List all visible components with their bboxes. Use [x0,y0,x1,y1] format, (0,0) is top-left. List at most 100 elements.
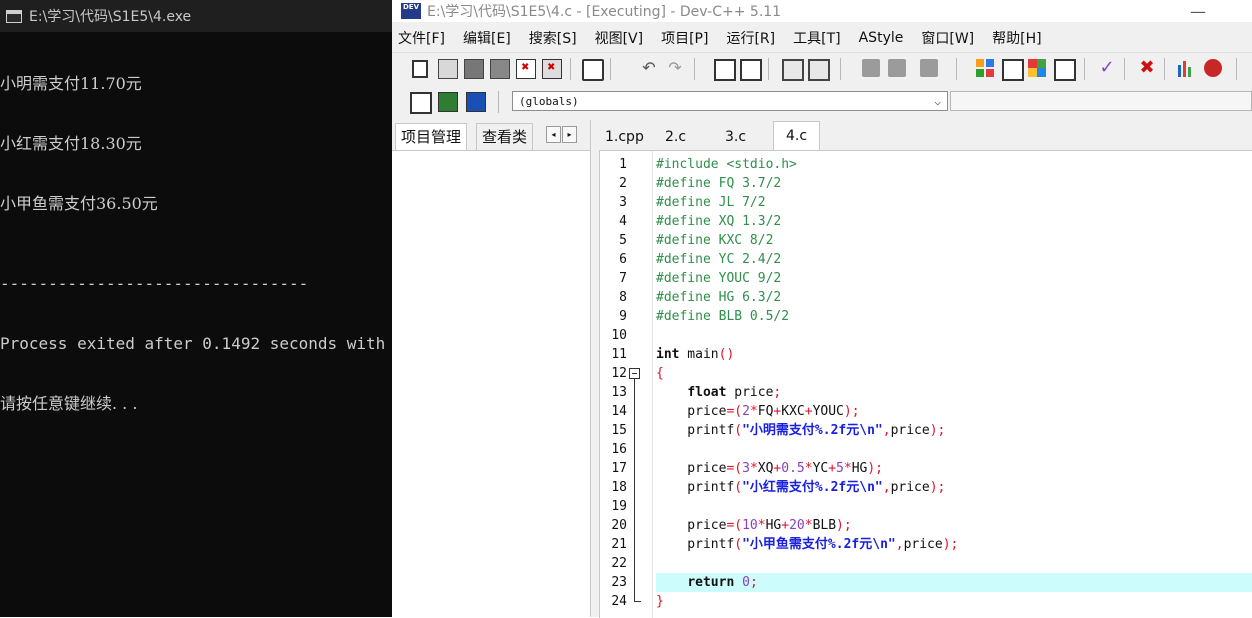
code-line[interactable]: { [656,364,1252,383]
code-line[interactable]: } [656,592,1252,611]
code-token: #define YC 2.4/2 [656,252,782,267]
menu-search[interactable]: 搜索[S] [520,28,586,48]
code-line[interactable]: float price; [656,383,1252,402]
save-all-icon[interactable] [490,59,510,79]
code-line[interactable]: #define JL 7/2 [656,193,1252,212]
code-token: * [804,461,813,476]
tab-file-4c[interactable]: 4.c [773,121,821,151]
add-to-project-icon[interactable] [438,92,458,112]
ide-title-bar[interactable]: DEV E:\学习\代码\S1E5\4.c - [Executing] - De… [390,0,1252,22]
code-editor[interactable]: 1 2 3 4 5 6 7 8 9 10 11 12 13 14 15 16 17 18 19 20 21 22 23 24 … [599,150,1252,618]
code-line[interactable]: #include <stdio.h> [656,155,1252,174]
debug-icon[interactable] [1204,59,1222,77]
code-token: 20 [789,518,805,533]
new-project-icon[interactable] [410,92,432,114]
undo-icon[interactable]: ↶ [640,59,658,77]
new-file-icon[interactable] [412,60,428,78]
code-token: 0.5 [781,461,805,476]
minimize-button[interactable]: — [1190,2,1206,21]
tab-class-browser[interactable]: 查看类 [476,123,534,150]
print-icon[interactable] [582,59,604,81]
code-line[interactable]: printf("小明需支付%.2f元\n",price); [656,421,1252,440]
redo-icon[interactable]: ↷ [666,59,684,77]
code-token: price [656,518,727,533]
devcpp-app-icon: DEV [401,3,421,19]
remove-from-project-icon[interactable] [466,92,486,112]
tab-file-2c[interactable]: 2.c [659,124,692,150]
code-token: 0 [742,575,750,590]
fold-collapse-icon[interactable] [629,368,640,379]
replace-icon[interactable] [740,59,762,81]
close-all-icon[interactable] [542,59,562,79]
syntax-check-icon[interactable]: ✓ [1098,59,1116,77]
code-line[interactable]: #define YOUC 9/2 [656,269,1252,288]
chevron-down-icon[interactable]: ⌵ [934,92,941,112]
menu-window[interactable]: 窗口[W] [912,28,983,48]
indent-icon[interactable] [782,59,804,81]
menu-edit[interactable]: 编辑[E] [454,28,520,48]
open-file-icon[interactable] [438,59,458,79]
code-line[interactable]: int main() [656,345,1252,364]
tab-file-3c[interactable]: 3.c [719,124,752,150]
console-output: 小明需支付11.70元 小红需支付18.30元 小甲鱼需支付36.50元 ---… [0,32,392,454]
menu-run[interactable]: 运行[R] [717,28,784,48]
menu-help[interactable]: 帮助[H] [983,28,1050,48]
find-icon[interactable] [714,59,736,81]
code-line[interactable]: printf("小甲鱼需支付%.2f元\n",price); [656,535,1252,554]
code-line[interactable]: price=(10*HG+20*BLB); [656,516,1252,535]
toolbar-separator [498,91,499,113]
code-line[interactable]: printf("小红需支付%.2f元\n",price); [656,478,1252,497]
menu-astyle[interactable]: AStyle [850,30,913,46]
code-line[interactable]: #define HG 6.3/2 [656,288,1252,307]
goto-bookmark-icon[interactable] [888,59,906,77]
code-line[interactable] [656,554,1252,573]
code-line[interactable]: return 0; [656,573,1252,592]
toggle-bookmark-icon[interactable] [862,59,880,77]
code-line[interactable]: #define KXC 8/2 [656,231,1252,250]
run-icon[interactable] [1054,59,1076,81]
menu-tools[interactable]: 工具[T] [784,28,849,48]
code-line[interactable] [656,326,1252,345]
tab-project-manager[interactable]: 项目管理 [395,123,468,150]
code-token: YOUC [812,404,844,419]
tab-file-1cpp[interactable]: 1.cpp [599,124,650,150]
toolbar-separator [956,58,957,80]
globals-combo[interactable]: (globals) ⌵ [512,91,948,111]
code-token: ); [836,518,852,533]
unindent-icon[interactable] [808,59,830,81]
code-line[interactable]: #define BLB 0.5/2 [656,307,1252,326]
main-toolbar: ↶ ↷ ✓ ✖ [390,52,1252,85]
code-token: printf [656,480,735,495]
save-icon[interactable] [464,59,484,79]
line-number: 14 [611,404,627,419]
stop-execution-icon[interactable]: ✖ [1138,59,1156,77]
new-window-icon[interactable] [1002,59,1024,81]
menu-file[interactable]: 文件[F] [390,28,454,48]
code-token: int [656,347,680,362]
devcpp-window[interactable]: DEV E:\学习\代码\S1E5\4.c - [Executing] - De… [390,0,1252,618]
project-options-icon[interactable] [976,59,994,77]
line-number: 6 [619,252,627,267]
compile-icon[interactable] [1028,59,1046,77]
code-line[interactable]: price=(3*XQ+0.5*YC+5*HG); [656,459,1252,478]
menu-view[interactable]: 视图[V] [586,28,653,48]
tab-scroll-right-icon[interactable]: ▸ [562,126,577,143]
code-line[interactable] [656,497,1252,516]
code-token: 10 [742,518,758,533]
console-window[interactable]: E:\学习\代码\S1E5\4.exe 小明需支付11.70元 小红需支付18.… [0,0,392,617]
console-line: 小甲鱼需支付36.50元 [0,194,158,213]
code-line[interactable]: #define XQ 1.3/2 [656,212,1252,231]
code-line[interactable]: #define FQ 3.7/2 [656,174,1252,193]
toolbar-separator [1124,58,1125,80]
console-title-bar[interactable]: E:\学习\代码\S1E5\4.exe [0,0,392,32]
close-file-icon[interactable] [516,59,536,79]
profile-icon[interactable] [1176,59,1194,77]
function-combo[interactable] [950,91,1252,111]
tab-scroll-left-icon[interactable]: ◂ [546,126,561,143]
code-line[interactable]: #define YC 2.4/2 [656,250,1252,269]
goto-line-icon[interactable] [920,59,938,77]
code-line[interactable]: price=(2*FQ+KXC+YOUC); [656,402,1252,421]
menu-project[interactable]: 项目[P] [652,28,717,48]
code-line[interactable] [656,440,1252,459]
